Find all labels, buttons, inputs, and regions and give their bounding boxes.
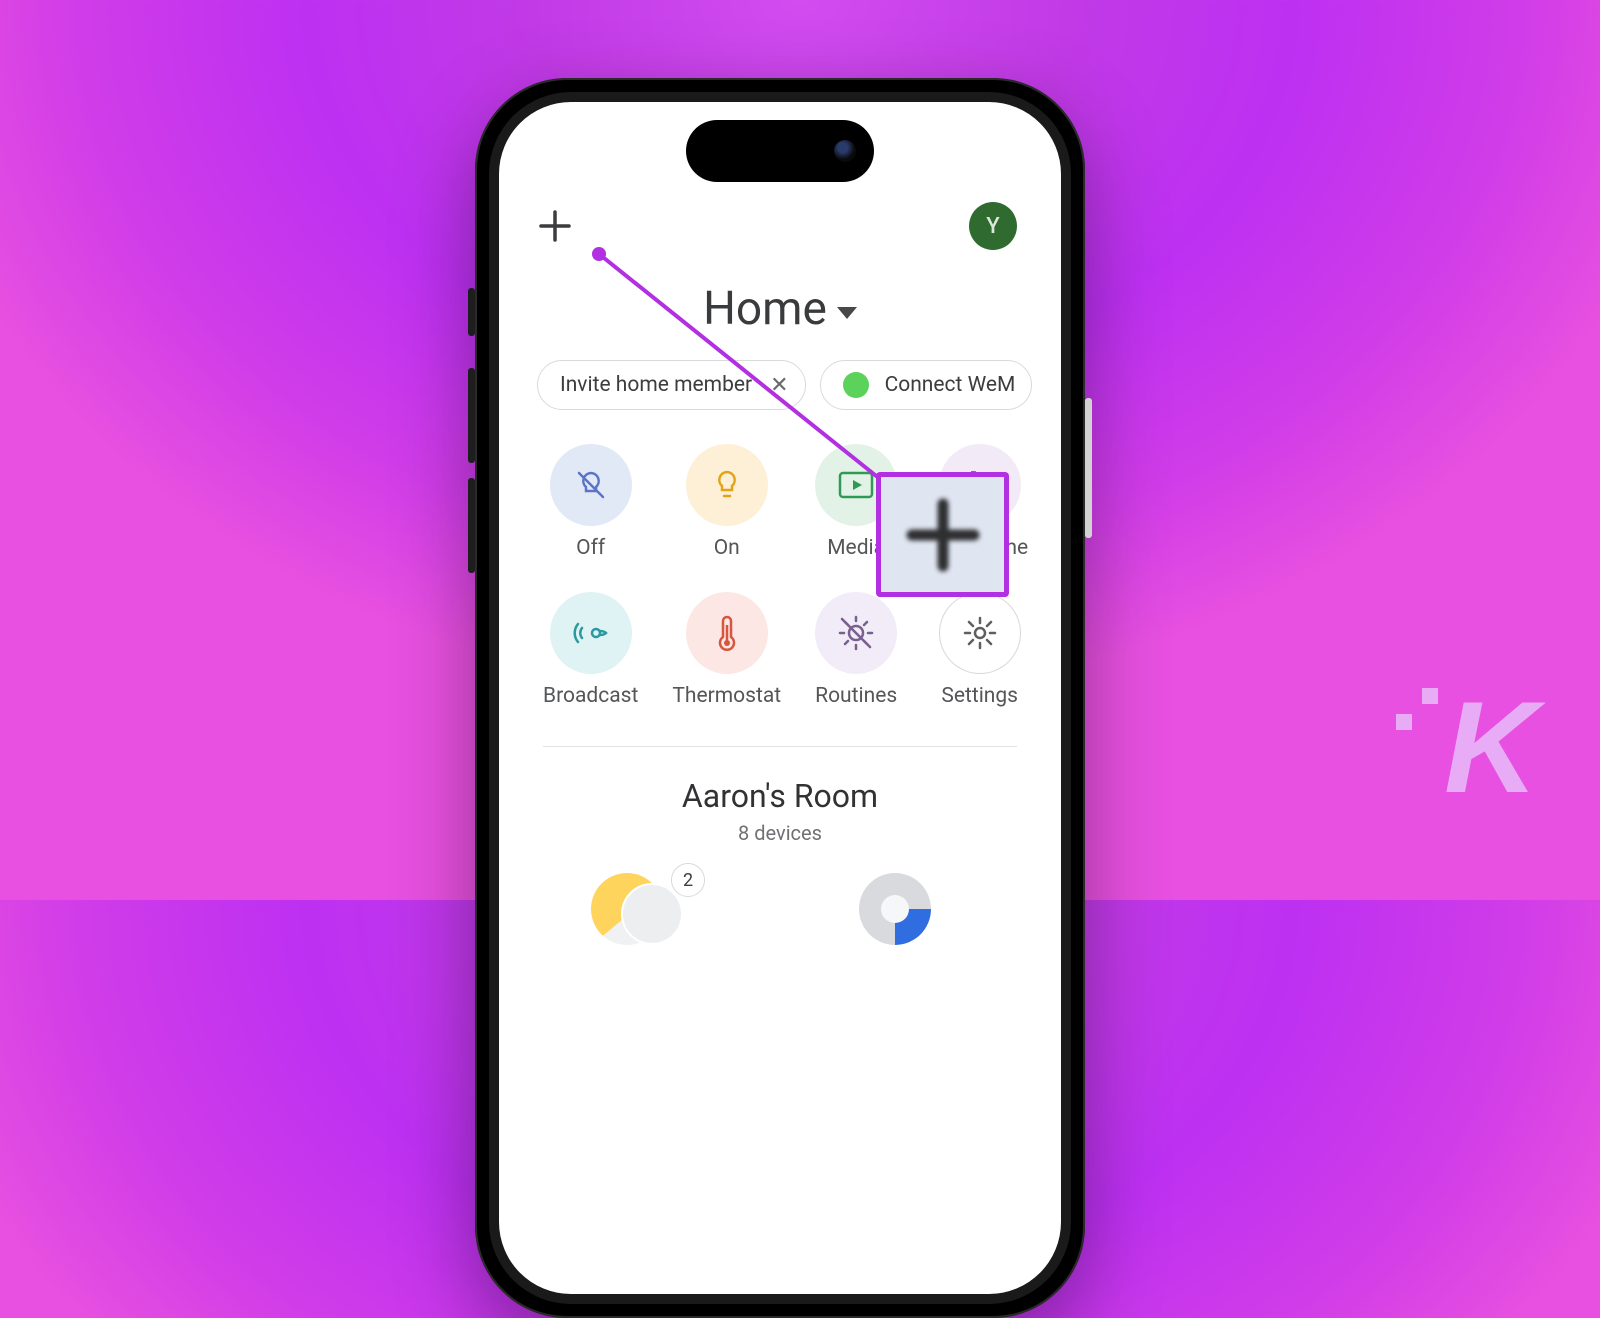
phone-frame: Y Home Invite home member ✕ Connect WeM bbox=[475, 78, 1085, 1318]
shortcut-label: Routines bbox=[815, 684, 897, 708]
section-divider bbox=[543, 746, 1017, 747]
page-title: Home bbox=[703, 282, 827, 336]
device-count-badge: 2 bbox=[671, 863, 705, 897]
shortcut-circle bbox=[550, 444, 632, 526]
side-button bbox=[1085, 398, 1092, 538]
profile-avatar[interactable]: Y bbox=[969, 202, 1017, 250]
broadcast-icon bbox=[572, 618, 610, 648]
shortcut-thermostat[interactable]: Thermostat bbox=[672, 592, 781, 708]
room-subtitle: 8 devices bbox=[499, 821, 1061, 845]
light-icon bbox=[621, 883, 683, 945]
shortcut-circle bbox=[815, 592, 897, 674]
add-button[interactable] bbox=[535, 206, 575, 246]
top-bar: Y bbox=[499, 198, 1061, 254]
invite-home-member-chip[interactable]: Invite home member ✕ bbox=[537, 360, 806, 410]
shortcut-settings[interactable]: Settings bbox=[931, 592, 1028, 708]
chip-label: Connect WeM bbox=[885, 373, 1016, 397]
side-button bbox=[468, 478, 475, 573]
shortcut-label: Settings bbox=[941, 684, 1018, 708]
plus-icon bbox=[904, 496, 982, 574]
home-selector[interactable]: Home bbox=[499, 282, 1061, 336]
home-app: Y Home Invite home member ✕ Connect WeM bbox=[499, 102, 1061, 1294]
shortcut-label: Off bbox=[576, 536, 605, 560]
shortcut-label: On bbox=[714, 536, 740, 560]
shortcut-circle bbox=[939, 592, 1021, 674]
shortcut-label: Thermostat bbox=[672, 684, 781, 708]
speaker-icon bbox=[859, 873, 931, 945]
shortcut-circle bbox=[686, 444, 768, 526]
annotation-origin-dot bbox=[592, 247, 606, 261]
suggestion-chips: Invite home member ✕ Connect WeM bbox=[499, 360, 1061, 410]
bulb-off-icon bbox=[573, 467, 609, 503]
close-icon[interactable]: ✕ bbox=[770, 373, 788, 398]
connect-wemo-chip[interactable]: Connect WeM bbox=[820, 360, 1033, 410]
shortcut-off[interactable]: Off bbox=[543, 444, 638, 560]
shortcut-label: Broadcast bbox=[543, 684, 638, 708]
shortcut-on[interactable]: On bbox=[672, 444, 781, 560]
plus-icon bbox=[538, 209, 572, 243]
thermostat-icon bbox=[715, 613, 739, 653]
watermark-dots-icon bbox=[1396, 688, 1438, 730]
dynamic-island bbox=[686, 120, 874, 182]
shortcut-broadcast[interactable]: Broadcast bbox=[543, 592, 638, 708]
bulb-on-icon bbox=[710, 468, 744, 502]
wemo-icon bbox=[843, 372, 869, 398]
watermark: K bbox=[1396, 672, 1534, 822]
shortcut-circle bbox=[550, 592, 632, 674]
shortcut-routines[interactable]: Routines bbox=[815, 592, 897, 708]
shortcut-circle bbox=[686, 592, 768, 674]
side-button bbox=[468, 288, 475, 336]
play-icon bbox=[838, 471, 874, 499]
chip-label: Invite home member bbox=[560, 373, 752, 397]
routines-icon bbox=[837, 614, 875, 652]
phone-screen: Y Home Invite home member ✕ Connect WeM bbox=[499, 102, 1061, 1294]
room-title[interactable]: Aaron's Room bbox=[499, 777, 1061, 815]
watermark-letter: K bbox=[1444, 672, 1534, 822]
side-button bbox=[468, 368, 475, 463]
room-lights[interactable]: 2 bbox=[591, 873, 701, 953]
gear-icon bbox=[963, 616, 997, 650]
room-devices-row: 2 bbox=[499, 845, 1061, 953]
annotation-callout-plus bbox=[876, 472, 1009, 597]
room-speaker[interactable] bbox=[859, 873, 969, 953]
chevron-down-icon bbox=[837, 307, 857, 319]
front-camera-icon bbox=[834, 140, 856, 162]
